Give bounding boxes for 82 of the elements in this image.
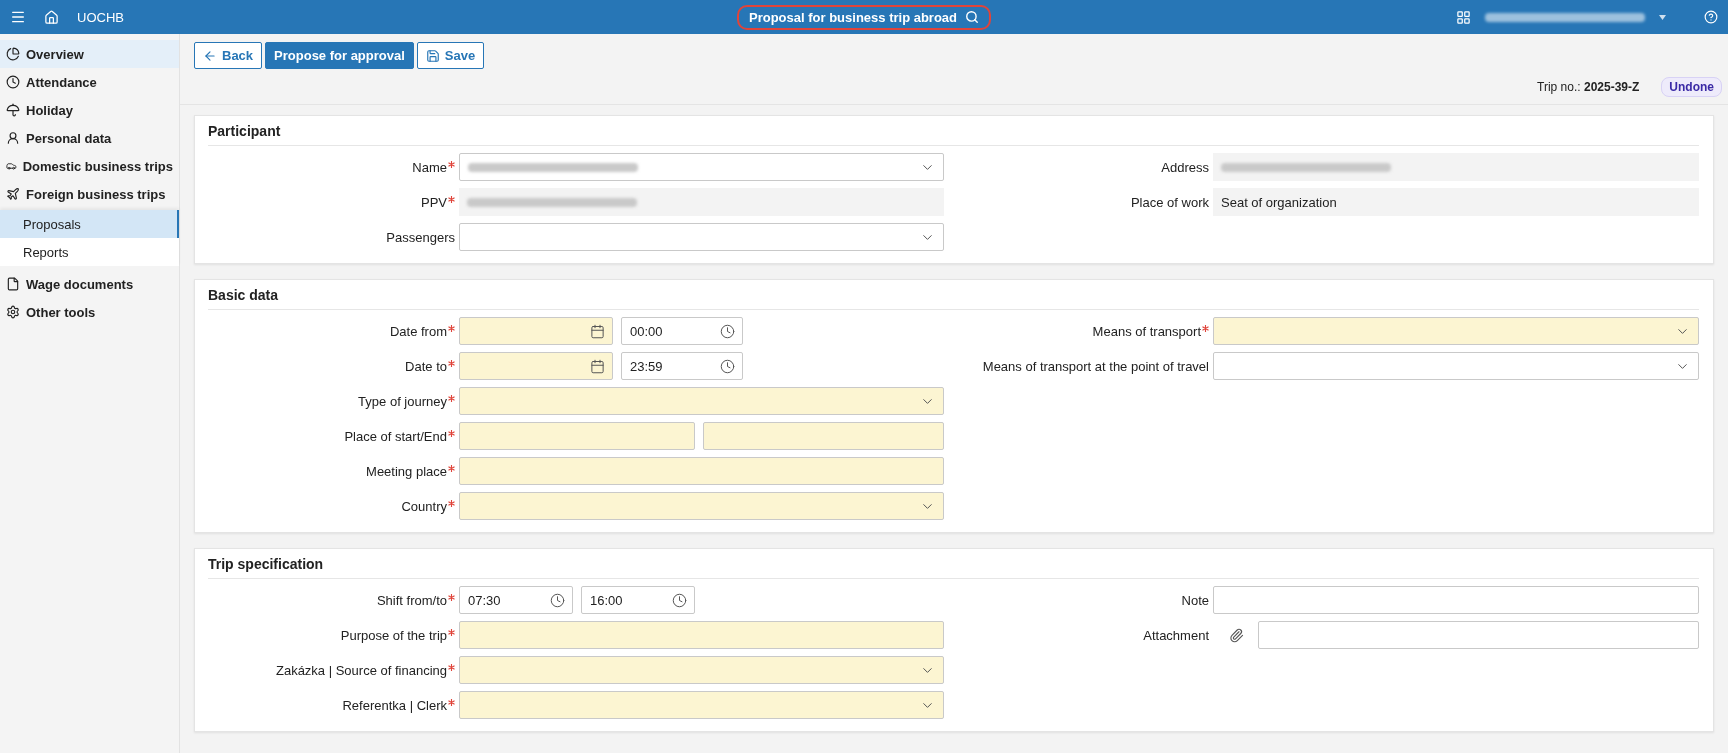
- home-icon[interactable]: [44, 9, 59, 25]
- arrow-left-icon: [203, 48, 217, 63]
- sidebar-item[interactable]: Holiday: [0, 96, 179, 124]
- input-field[interactable]: [1213, 586, 1699, 614]
- field-label: Note: [1181, 592, 1209, 608]
- field-label: Country: [401, 498, 447, 514]
- back-button[interactable]: Back: [194, 42, 263, 69]
- sidebar-subitem[interactable]: Proposals: [0, 210, 179, 238]
- umbrella-icon: [6, 103, 20, 117]
- save-button[interactable]: Save: [416, 42, 485, 69]
- field-label: Means of transport: [1092, 323, 1201, 339]
- field-label: Address: [1161, 159, 1209, 175]
- field-label: Means of transport at the point of travel: [982, 358, 1209, 374]
- section-title: Basic data: [208, 280, 1699, 310]
- field-label: Place of work: [1130, 194, 1209, 210]
- clock-icon: [550, 593, 565, 608]
- gear-icon: [6, 305, 20, 319]
- select-field[interactable]: [459, 387, 944, 415]
- input-field[interactable]: [459, 621, 944, 649]
- field-label: Referentka | Clerk: [342, 697, 447, 713]
- app-name: UOCHB: [77, 9, 124, 25]
- clock-icon: [672, 593, 687, 608]
- page-title[interactable]: Proposal for business trip abroad: [737, 4, 992, 30]
- calendar-icon: [590, 324, 605, 339]
- select-field[interactable]: [1213, 317, 1699, 345]
- input-field[interactable]: [459, 457, 944, 485]
- sidebar-item[interactable]: Other tools: [0, 298, 179, 326]
- select-field[interactable]: [459, 223, 944, 251]
- field-label: PPV: [421, 194, 447, 210]
- select-field[interactable]: [1213, 352, 1699, 380]
- sidebar-item[interactable]: Attendance: [0, 68, 179, 96]
- select-field[interactable]: [459, 656, 944, 684]
- document-icon: [6, 277, 20, 291]
- person-icon: [6, 131, 20, 145]
- search-icon: [965, 10, 980, 24]
- field-label: Passengers: [386, 229, 455, 245]
- pie-chart-icon: [6, 47, 20, 61]
- select-field[interactable]: [459, 153, 944, 181]
- sidebar-item[interactable]: Personal data: [0, 124, 179, 152]
- trip-number: Trip no.: 2025-39-Z: [1537, 79, 1640, 94]
- field-label: Zakázka | Source of financing: [275, 662, 447, 678]
- sidebar-item[interactable]: Overview: [0, 40, 179, 68]
- input-field[interactable]: [703, 422, 944, 450]
- plane-icon: [6, 187, 20, 201]
- status-badge: Undone: [1661, 76, 1722, 97]
- menu-icon[interactable]: [10, 9, 26, 25]
- sidebar-item[interactable]: Foreign business trips: [0, 180, 179, 208]
- sidebar-item[interactable]: Wage documents: [0, 270, 179, 298]
- paperclip-icon[interactable]: [1229, 627, 1244, 643]
- date-field[interactable]: [459, 352, 613, 380]
- field-label: Place of start/End: [344, 428, 447, 444]
- approval-button[interactable]: Propose for approval: [265, 42, 414, 69]
- clock-icon: [6, 75, 20, 89]
- input-field[interactable]: [459, 422, 695, 450]
- file-field[interactable]: [1258, 621, 1699, 649]
- sidebar-item[interactable]: Domestic business trips: [0, 152, 179, 180]
- field-label: Shift from/to: [376, 592, 447, 608]
- section-title: Participant: [208, 116, 1699, 146]
- field-label: Name: [412, 159, 447, 175]
- time-field[interactable]: 16:00: [581, 586, 695, 614]
- help-icon[interactable]: [1704, 10, 1718, 24]
- field-label: Meeting place: [366, 463, 447, 479]
- caret-icon[interactable]: [1659, 14, 1666, 20]
- sidebar-subitem[interactable]: Reports: [0, 238, 179, 266]
- clock-icon: [720, 324, 735, 339]
- section-title: Trip specification: [208, 549, 1699, 579]
- select-field[interactable]: [459, 691, 944, 719]
- select-field[interactable]: [459, 492, 944, 520]
- time-field[interactable]: 00:00: [621, 317, 743, 345]
- field-label: Purpose of the trip: [340, 627, 447, 643]
- save-icon: [425, 48, 440, 63]
- field-label: Attachment: [1143, 627, 1209, 643]
- date-field[interactable]: [459, 317, 613, 345]
- readonly-field: Seat of organization: [1213, 188, 1699, 216]
- field-label: Date to: [405, 358, 447, 374]
- clock-icon: [720, 359, 735, 374]
- grid-icon[interactable]: [1456, 9, 1471, 25]
- time-field[interactable]: 23:59: [621, 352, 743, 380]
- calendar-icon: [590, 359, 605, 374]
- field-label: Type of journey: [358, 393, 447, 409]
- time-field[interactable]: 07:30: [459, 586, 573, 614]
- field-label: Date from: [389, 323, 447, 339]
